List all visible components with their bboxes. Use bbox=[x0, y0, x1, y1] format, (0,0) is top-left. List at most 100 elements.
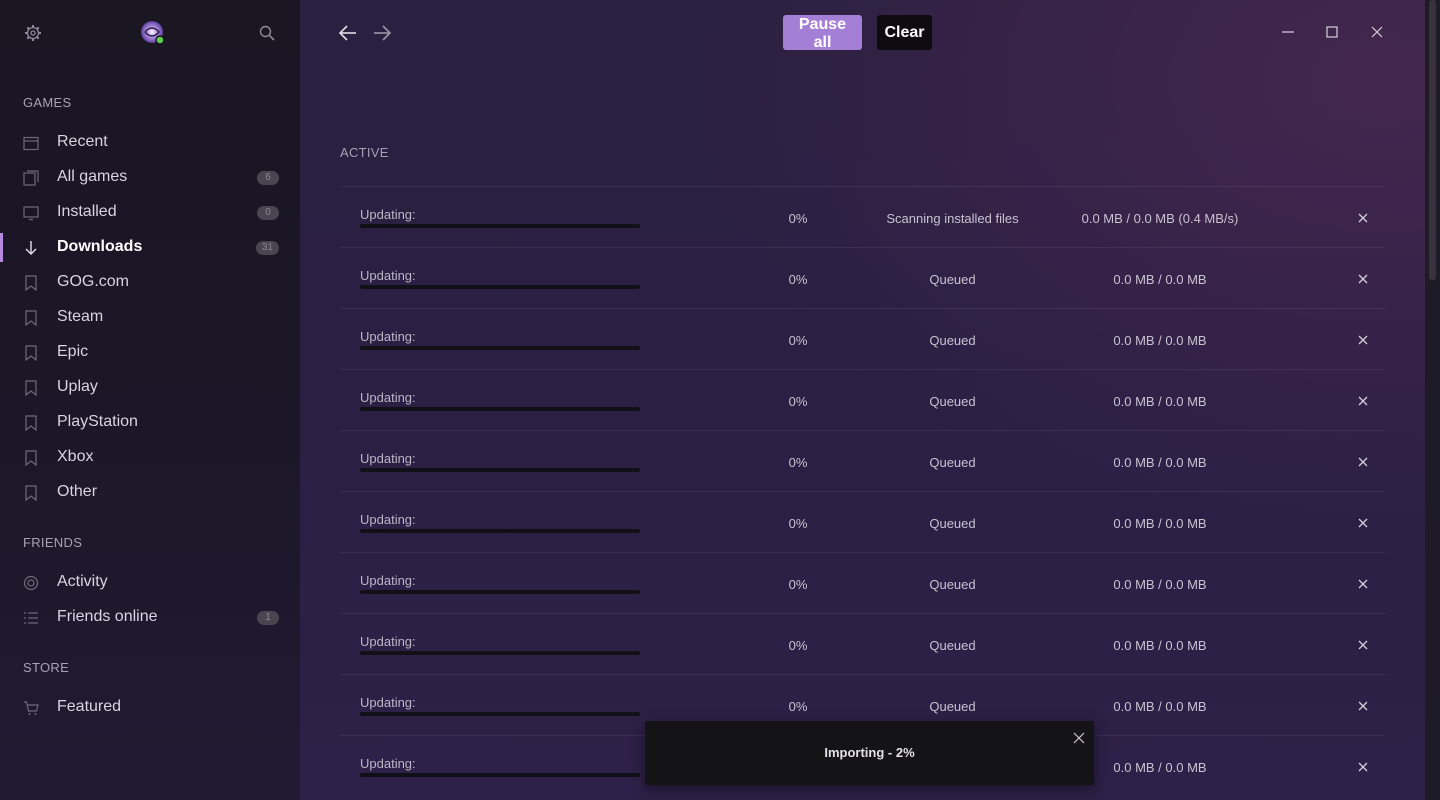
sidebar-item-xbox[interactable]: Xbox bbox=[0, 440, 300, 475]
download-row: Updating: 0% Queued 0.0 MB / 0.0 MB bbox=[340, 247, 1385, 308]
minimize-icon[interactable] bbox=[1280, 24, 1296, 40]
toast-message: Importing - 2% bbox=[824, 745, 915, 760]
download-name: Updating: bbox=[360, 634, 416, 649]
bookmark-icon bbox=[25, 415, 37, 431]
remove-download-icon[interactable] bbox=[1357, 700, 1369, 712]
remove-download-icon[interactable] bbox=[1357, 456, 1369, 468]
search-icon[interactable] bbox=[259, 25, 275, 41]
download-percent: 0% bbox=[788, 272, 808, 287]
download-status: Queued bbox=[929, 394, 976, 409]
progress-bar bbox=[360, 346, 640, 350]
back-arrow-icon[interactable] bbox=[338, 24, 358, 42]
section-label-store: STORE bbox=[23, 660, 70, 675]
downloads-list: Updating: 0% Scanning installed files 0.… bbox=[340, 186, 1385, 796]
sidebar-item-label: Xbox bbox=[57, 448, 94, 465]
sidebar-item-label: Downloads bbox=[57, 238, 143, 255]
download-percent: 0% bbox=[788, 333, 808, 348]
download-size: 0.0 MB / 0.0 MB bbox=[1113, 577, 1207, 592]
bookmark-icon bbox=[25, 485, 37, 501]
scrollbar-thumb[interactable] bbox=[1429, 0, 1436, 280]
download-status: Queued bbox=[929, 638, 976, 653]
sidebar-item-friends-online[interactable]: Friends online 1 bbox=[0, 600, 300, 635]
download-row: Updating: 0% Queued 0.0 MB / 0.0 MB bbox=[340, 552, 1385, 613]
count-badge: 6 bbox=[257, 171, 279, 185]
close-window-icon[interactable] bbox=[1369, 24, 1385, 40]
download-status: Scanning installed files bbox=[886, 211, 1019, 226]
sidebar-item-featured[interactable]: Featured bbox=[0, 690, 300, 725]
remove-download-icon[interactable] bbox=[1357, 639, 1369, 651]
sidebar-item-all-games[interactable]: All games 6 bbox=[0, 160, 300, 195]
progress-bar bbox=[360, 224, 640, 228]
download-name: Updating: bbox=[360, 268, 416, 283]
sidebar-item-label: Other bbox=[57, 483, 98, 500]
download-size: 0.0 MB / 0.0 MB bbox=[1113, 699, 1207, 714]
progress-bar bbox=[360, 529, 640, 533]
progress-bar bbox=[360, 590, 640, 594]
sidebar-item-gog[interactable]: GOG.com bbox=[0, 265, 300, 300]
sidebar-item-label: Recent bbox=[57, 133, 108, 150]
sidebar-item-label: Epic bbox=[57, 343, 89, 360]
remove-download-icon[interactable] bbox=[1357, 273, 1369, 285]
remove-download-icon[interactable] bbox=[1357, 212, 1369, 224]
download-name: Updating: bbox=[360, 329, 416, 344]
progress-bar bbox=[360, 712, 640, 716]
sidebar-item-playstation[interactable]: PlayStation bbox=[0, 405, 300, 440]
scrollbar[interactable] bbox=[1425, 0, 1440, 800]
sidebar-item-other[interactable]: Other bbox=[0, 475, 300, 510]
sidebar-item-activity[interactable]: Activity bbox=[0, 565, 300, 600]
close-toast-icon[interactable] bbox=[1073, 732, 1085, 744]
download-name: Updating: bbox=[360, 512, 416, 527]
download-row: Updating: 0% Scanning installed files 0.… bbox=[340, 186, 1385, 247]
download-size: 0.0 MB / 0.0 MB bbox=[1113, 455, 1207, 470]
sidebar-item-steam[interactable]: Steam bbox=[0, 300, 300, 335]
download-icon bbox=[25, 241, 37, 255]
sidebar-item-uplay[interactable]: Uplay bbox=[0, 370, 300, 405]
remove-download-icon[interactable] bbox=[1357, 334, 1369, 346]
download-name: Updating: bbox=[360, 451, 416, 466]
sidebar-item-recent[interactable]: Recent bbox=[0, 125, 300, 160]
activity-icon bbox=[23, 575, 39, 591]
remove-download-icon[interactable] bbox=[1357, 578, 1369, 590]
download-row: Updating: 0% Queued 0.0 MB / 0.0 MB bbox=[340, 613, 1385, 674]
download-percent: 0% bbox=[788, 577, 808, 592]
download-percent: 0% bbox=[788, 394, 808, 409]
download-status: Queued bbox=[929, 272, 976, 287]
clear-button[interactable]: Clear bbox=[877, 15, 932, 50]
forward-arrow-icon[interactable] bbox=[372, 24, 392, 42]
download-status: Queued bbox=[929, 577, 976, 592]
sidebar-item-label: PlayStation bbox=[57, 413, 138, 430]
progress-bar bbox=[360, 651, 640, 655]
main-content: Pause all Clear ACTIVE Updating: 0% Scan… bbox=[300, 0, 1440, 800]
sidebar-item-label: Steam bbox=[57, 308, 104, 325]
bookmark-icon bbox=[25, 450, 37, 466]
sidebar-item-epic[interactable]: Epic bbox=[0, 335, 300, 370]
download-row: Updating: 0% Queued 0.0 MB / 0.0 MB bbox=[340, 430, 1385, 491]
remove-download-icon[interactable] bbox=[1357, 517, 1369, 529]
gear-icon[interactable] bbox=[24, 24, 42, 42]
download-percent: 0% bbox=[788, 699, 808, 714]
download-percent: 0% bbox=[788, 211, 808, 226]
sidebar-item-label: Activity bbox=[57, 573, 108, 590]
sidebar-item-label: Uplay bbox=[57, 378, 98, 395]
remove-download-icon[interactable] bbox=[1357, 395, 1369, 407]
download-percent: 0% bbox=[788, 638, 808, 653]
bookmark-icon bbox=[25, 380, 37, 396]
sidebar-item-label: Installed bbox=[57, 203, 117, 220]
galaxy-logo-icon[interactable] bbox=[140, 20, 166, 46]
sidebar-item-installed[interactable]: Installed 0 bbox=[0, 195, 300, 230]
calendar-icon bbox=[23, 136, 39, 151]
download-status: Queued bbox=[929, 333, 976, 348]
download-row: Updating: 0% Queued 0.0 MB / 0.0 MB bbox=[340, 491, 1385, 552]
pause-all-button[interactable]: Pause all bbox=[783, 15, 862, 51]
section-label-games: GAMES bbox=[23, 95, 72, 110]
download-status: Queued bbox=[929, 455, 976, 470]
download-row: Updating: 0% Queued 0.0 MB / 0.0 MB bbox=[340, 369, 1385, 430]
download-status: Queued bbox=[929, 516, 976, 531]
download-size: 0.0 MB / 0.0 MB bbox=[1113, 516, 1207, 531]
maximize-icon[interactable] bbox=[1324, 24, 1340, 40]
download-name: Updating: bbox=[360, 390, 416, 405]
sidebar-item-downloads[interactable]: Downloads 31 bbox=[0, 230, 300, 265]
sidebar: GAMES Recent All games 6 Installed 0 Dow… bbox=[0, 0, 300, 800]
download-name: Updating: bbox=[360, 695, 416, 710]
remove-download-icon[interactable] bbox=[1357, 761, 1369, 773]
